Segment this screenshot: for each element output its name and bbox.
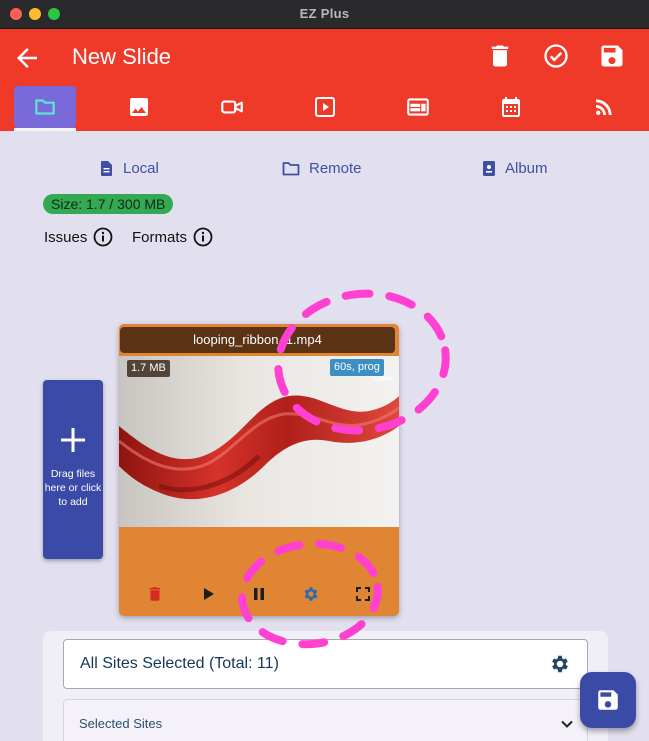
save-button[interactable] [598, 42, 628, 72]
back-button[interactable] [12, 43, 42, 73]
play-icon [315, 97, 335, 117]
folder-outline-icon [282, 161, 300, 175]
page-title: New Slide [72, 44, 172, 69]
pause-media-button[interactable] [247, 582, 271, 606]
album-source-button[interactable]: Album [482, 157, 548, 179]
album-source-label: Album [505, 159, 548, 177]
tab-image[interactable] [108, 85, 170, 129]
sites-selected-label: All Sites Selected (Total: 11) [80, 655, 279, 672]
arrow-left-icon [17, 48, 37, 68]
window-title: EZ Plus [299, 6, 350, 21]
selected-sites-label: Selected Sites [79, 716, 163, 731]
fullscreen-media-button[interactable] [351, 582, 375, 606]
image-icon [130, 98, 148, 116]
save-fab-button[interactable] [580, 672, 636, 728]
delete-media-button[interactable] [143, 582, 167, 606]
gear-icon [304, 587, 318, 601]
media-type-tabs [0, 83, 649, 131]
active-tab-indicator [14, 128, 76, 131]
sites-panel: All Sites Selected (Total: 11) Selected … [43, 631, 608, 741]
folder-icon [35, 99, 55, 115]
delete-icon [491, 45, 509, 67]
tab-folder[interactable] [14, 86, 76, 128]
info-icon [193, 227, 213, 247]
media-size-badge: 1.7 MB [127, 360, 170, 377]
file-icon [101, 160, 112, 176]
play-icon [204, 588, 214, 600]
tab-web[interactable] [387, 85, 449, 129]
thumbnail-watermark: LUMA [373, 376, 394, 383]
media-filename: looping_ribbon_1.mp4 [120, 327, 395, 353]
check-circle-icon [544, 44, 568, 68]
tab-play[interactable] [294, 85, 356, 129]
plus-icon [61, 428, 85, 452]
tab-video[interactable] [201, 85, 263, 129]
ribbon-image [119, 395, 399, 500]
remote-source-button[interactable]: Remote [282, 157, 362, 179]
formats-info[interactable]: Formats [132, 226, 213, 248]
confirm-button[interactable] [542, 42, 572, 72]
pause-icon [254, 588, 264, 600]
calendar-icon [502, 97, 520, 117]
window-titlebar: EZ Plus [0, 0, 649, 29]
save-icon [601, 45, 623, 67]
media-settings-button[interactable] [299, 582, 323, 606]
media-thumbnail[interactable] [119, 356, 399, 527]
save-icon [598, 690, 618, 710]
video-camera-icon [221, 100, 243, 114]
tab-calendar[interactable] [480, 85, 542, 129]
media-card: looping_ribbon_1.mp4 1.7 MB 60s, prog LU… [119, 324, 399, 616]
web-icon [407, 98, 429, 116]
issues-info[interactable]: Issues [44, 226, 113, 248]
rss-icon [596, 99, 612, 115]
dropzone-text: Drag files here or click to add [44, 468, 102, 508]
formats-label: Formats [132, 228, 188, 246]
play-media-button[interactable] [196, 582, 220, 606]
app-bar: New Slide [0, 29, 649, 131]
sites-selector[interactable]: All Sites Selected (Total: 11) [63, 639, 588, 689]
issues-label: Issues [44, 228, 88, 246]
local-source-label: Local [123, 159, 159, 177]
local-source-button[interactable]: Local [100, 157, 159, 179]
media-duration-badge: 60s, prog [330, 359, 384, 376]
album-icon [483, 160, 495, 176]
info-icon [93, 227, 113, 247]
chevron-down-icon [561, 720, 573, 728]
selected-sites-expander[interactable]: Selected Sites [63, 699, 588, 741]
remote-source-label: Remote [309, 159, 362, 177]
tab-rss[interactable] [573, 85, 635, 129]
fullscreen-icon [356, 587, 370, 601]
file-dropzone[interactable]: Drag files here or click to add [43, 380, 103, 559]
delete-icon [149, 587, 161, 601]
size-chip: Size: 1.7 / 300 MB [43, 194, 174, 214]
gear-icon[interactable] [549, 653, 571, 675]
delete-button[interactable] [486, 42, 516, 72]
